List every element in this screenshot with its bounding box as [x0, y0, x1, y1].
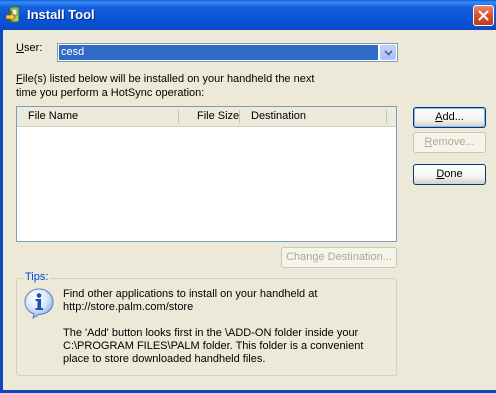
- column-separator[interactable]: [178, 110, 179, 123]
- tip-2-line-2: C:\PROGRAM FILES\PALM folder. This folde…: [63, 340, 364, 352]
- instructions-line-1: File(s) listed below will be installed o…: [16, 73, 315, 85]
- column-separator[interactable]: [239, 110, 240, 123]
- user-dropdown-button[interactable]: [380, 45, 396, 60]
- file-list[interactable]: File Name File Size Destination: [16, 106, 397, 242]
- install-tool-icon: [5, 6, 20, 24]
- chevron-down-icon: [384, 50, 393, 56]
- file-list-header: File Name File Size Destination: [17, 107, 396, 127]
- window-title: Install Tool: [27, 7, 95, 22]
- column-separator[interactable]: [386, 110, 387, 123]
- user-select[interactable]: cesd: [57, 43, 398, 62]
- tip-1-line-1: Find other applications to install on yo…: [63, 288, 318, 300]
- remove-button[interactable]: Remove...: [413, 132, 486, 153]
- done-button[interactable]: Done: [413, 164, 486, 185]
- tip-2-line-1: The 'Add' button looks first in the \ADD…: [63, 327, 359, 339]
- title-bar[interactable]: Install Tool: [0, 0, 496, 30]
- column-header-file-size[interactable]: File Size: [197, 107, 239, 126]
- user-label: User:: [16, 42, 43, 54]
- info-icon: [24, 288, 54, 319]
- close-button[interactable]: [473, 5, 494, 26]
- install-tool-window: Install Tool User: cesd File(s) listed b…: [0, 0, 496, 393]
- tip-2-line-3: place to store downloaded handheld files…: [63, 353, 266, 365]
- user-select-value: cesd: [59, 45, 378, 60]
- add-button[interactable]: Add...: [413, 107, 486, 128]
- window-frame-left: [0, 30, 3, 393]
- column-header-file-name[interactable]: File Name: [28, 107, 78, 126]
- change-destination-button[interactable]: Change Destination...: [281, 247, 397, 268]
- instructions-line-2: time you perform a HotSync operation:: [16, 87, 205, 99]
- tips-legend: Tips:: [23, 271, 51, 283]
- column-header-destination[interactable]: Destination: [251, 107, 306, 126]
- close-icon: [478, 10, 489, 21]
- tip-1-line-2: http://store.palm.com/store: [63, 301, 194, 313]
